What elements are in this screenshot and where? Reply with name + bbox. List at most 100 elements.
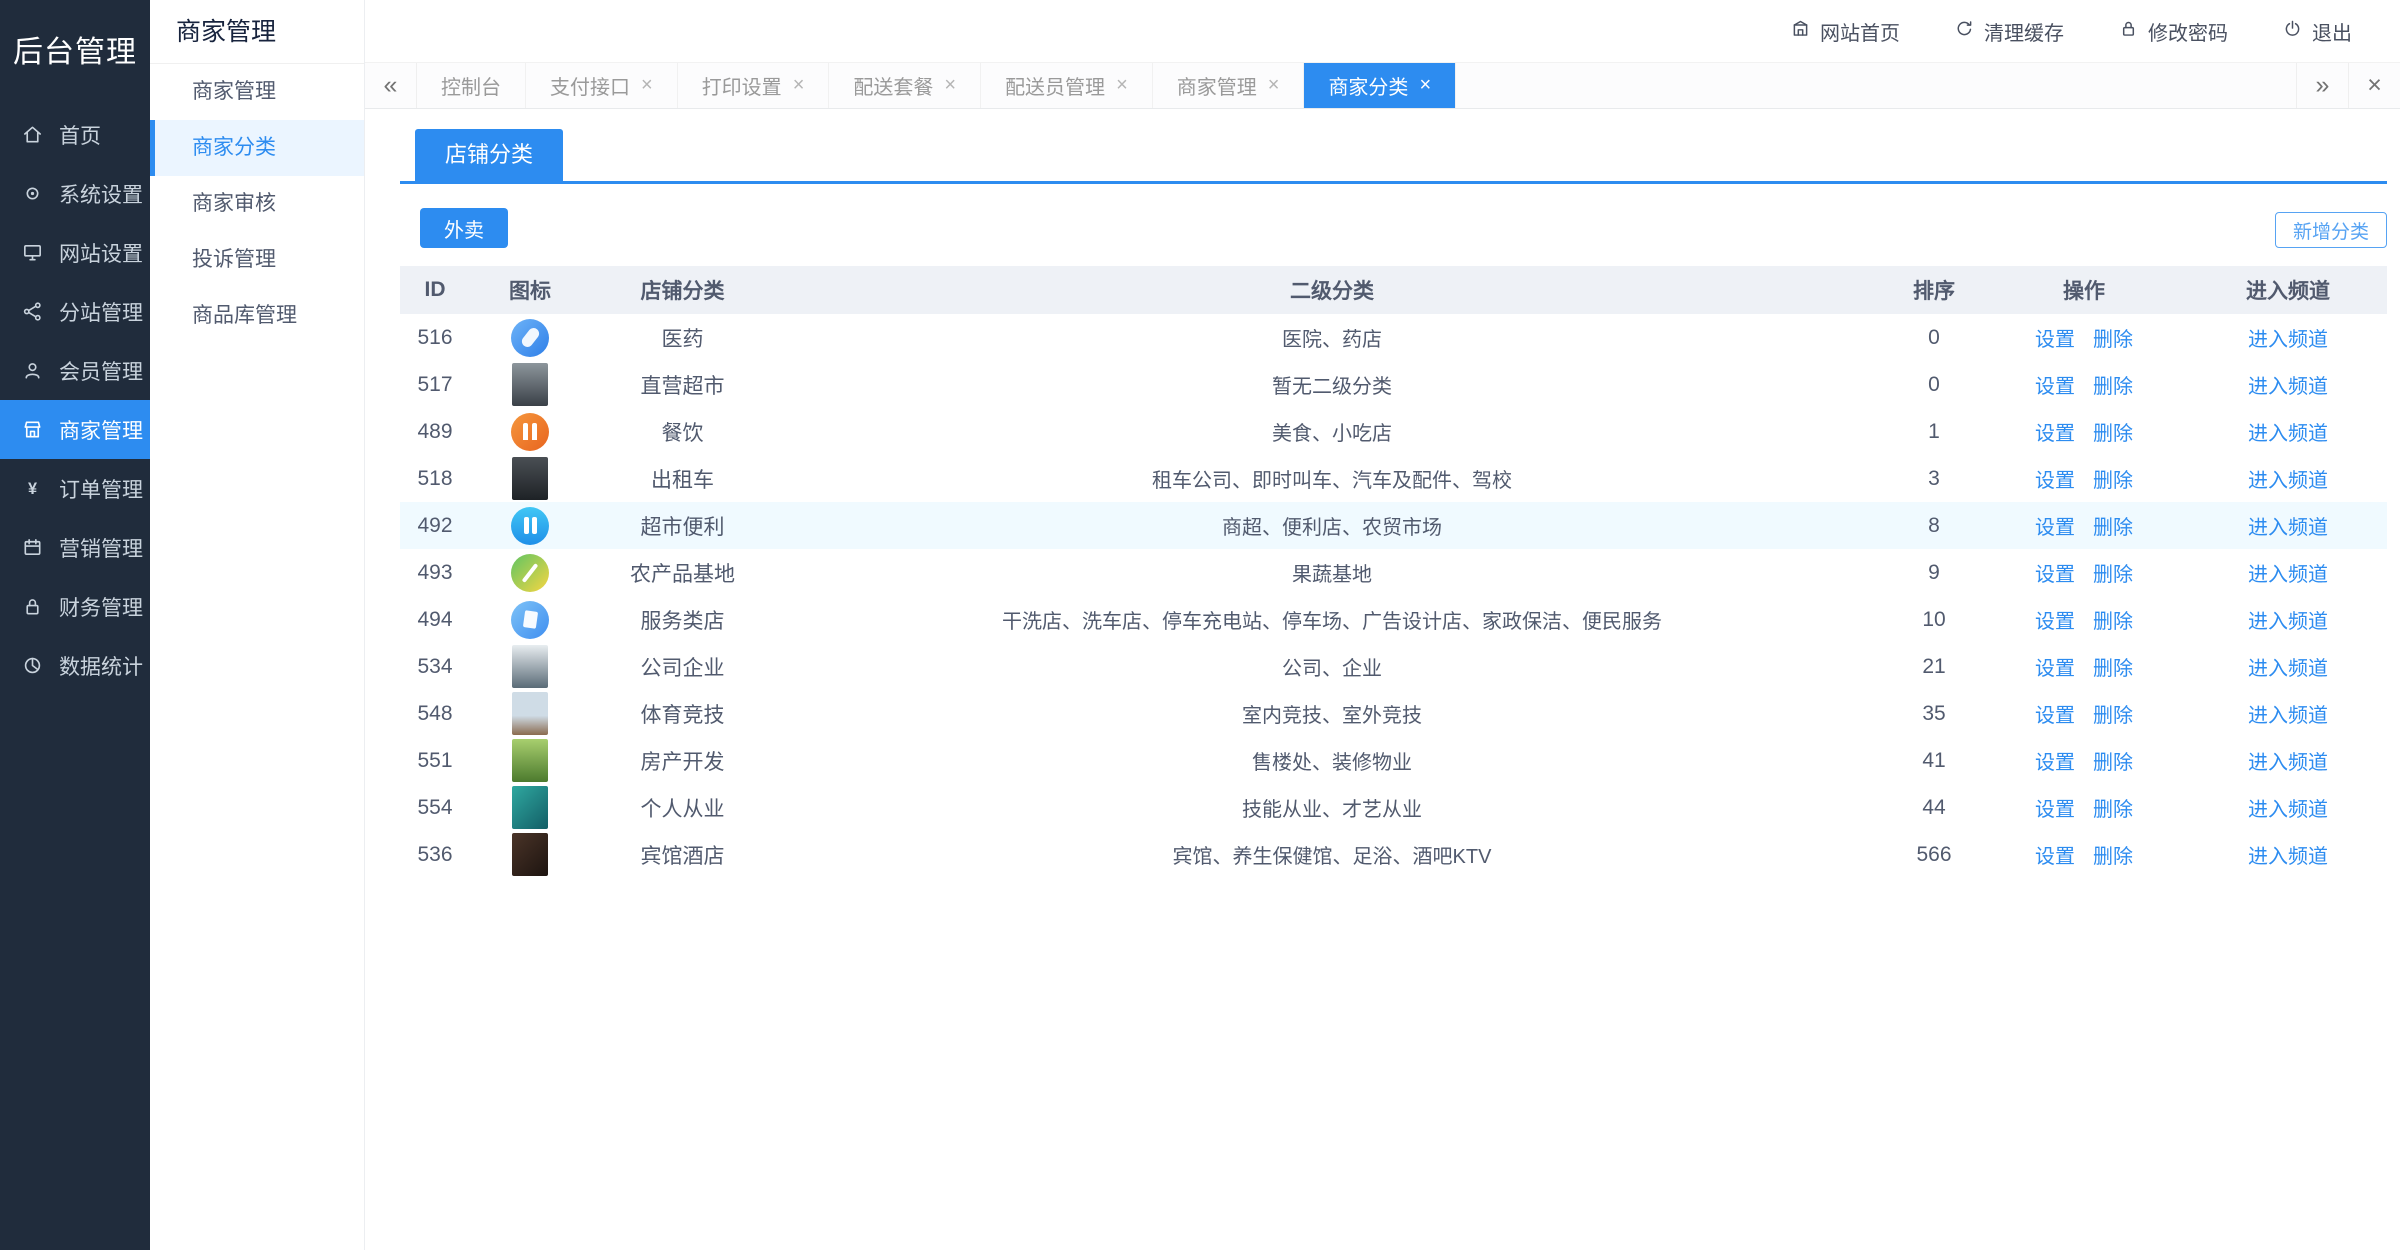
delete-link[interactable]: 删除 [2093, 611, 2133, 633]
submenu-item-complaint-management[interactable]: 投诉管理 [150, 232, 364, 288]
submenu-item-merchant-management[interactable]: 商家管理 [150, 64, 364, 120]
delete-link[interactable]: 删除 [2093, 705, 2133, 727]
tab-payment-api[interactable]: 支付接口× [526, 63, 678, 108]
gear-icon [20, 182, 44, 206]
sidebar-item-system-settings[interactable]: 系统设置 [0, 164, 150, 223]
category-name: 直营超市 [590, 370, 775, 400]
enter-channel-link[interactable]: 进入频道 [2248, 752, 2328, 774]
tab-close-icon[interactable]: × [944, 74, 956, 97]
delete-link[interactable]: 删除 [2093, 752, 2133, 774]
sidebar-item-subsite-management[interactable]: 分站管理 [0, 282, 150, 341]
tab-shop-category[interactable]: 店铺分类 [415, 129, 563, 181]
settings-link[interactable]: 设置 [2035, 564, 2075, 586]
delete-link[interactable]: 删除 [2093, 517, 2133, 539]
sidebar-item-data-statistics[interactable]: 数据统计 [0, 636, 150, 695]
sidebar-item-merchant-management[interactable]: 商家管理 [0, 400, 150, 459]
delete-link[interactable]: 删除 [2093, 846, 2133, 868]
sort-value: 0 [1889, 326, 1979, 350]
category-name: 公司企业 [590, 652, 775, 682]
category-name: 超市便利 [590, 511, 775, 541]
tabs-close-all-icon[interactable]: × [2348, 63, 2400, 108]
enter-channel-link[interactable]: 进入频道 [2248, 329, 2328, 351]
column-header-4: 排序 [1889, 275, 1979, 305]
delete-link[interactable]: 删除 [2093, 658, 2133, 680]
sidebar-item-site-settings[interactable]: 网站设置 [0, 223, 150, 282]
category-icon [512, 692, 548, 735]
tab-print-settings[interactable]: 打印设置 × [678, 63, 830, 108]
tab-label: 打印设置 [702, 71, 782, 100]
table-row: 492超市便利商超、便利店、农贸市场8设置删除进入频道 [400, 502, 2387, 549]
delete-link[interactable]: 删除 [2093, 329, 2133, 351]
enter-channel-link[interactable]: 进入频道 [2248, 517, 2328, 539]
enter-channel-link[interactable]: 进入频道 [2248, 846, 2328, 868]
category-name: 农产品基地 [590, 558, 775, 588]
settings-link[interactable]: 设置 [2035, 517, 2075, 539]
settings-link[interactable]: 设置 [2035, 329, 2075, 351]
lock-icon [2118, 18, 2139, 45]
tabs-scroll-right-icon[interactable]: » [2296, 63, 2348, 108]
enter-channel-cell: 进入频道 [2189, 511, 2387, 540]
category-icon [512, 645, 548, 688]
submenu-item-merchant-category[interactable]: 商家分类 [150, 120, 364, 176]
column-header-0: ID [400, 278, 470, 302]
submenu-item-merchant-review[interactable]: 商家审核 [150, 176, 364, 232]
calendar-icon [20, 536, 44, 560]
topbar-action-clear-cache[interactable]: 清理缓存 [1954, 17, 2064, 46]
tab-console[interactable]: 控制台 [417, 63, 526, 108]
settings-link[interactable]: 设置 [2035, 611, 2075, 633]
delete-link[interactable]: 删除 [2093, 376, 2133, 398]
delete-link[interactable]: 删除 [2093, 799, 2133, 821]
tab-label: 控制台 [441, 71, 501, 100]
enter-channel-cell: 进入频道 [2189, 746, 2387, 775]
settings-link[interactable]: 设置 [2035, 705, 2075, 727]
delete-link[interactable]: 删除 [2093, 470, 2133, 492]
tab-label: 商家分类 [1328, 71, 1408, 100]
enter-channel-link[interactable]: 进入频道 [2248, 799, 2328, 821]
fork-glyph-icon [523, 423, 528, 440]
sort-value: 566 [1889, 843, 1979, 867]
sidebar-item-label: 数据统计 [59, 651, 143, 681]
sidebar-item-home[interactable]: 首页 [0, 105, 150, 164]
settings-link[interactable]: 设置 [2035, 658, 2075, 680]
sidebar-item-marketing-management[interactable]: 营销管理 [0, 518, 150, 577]
topbar-action-logout[interactable]: 退出 [2282, 17, 2352, 46]
tab-delivery-package[interactable]: 配送套餐× [829, 63, 981, 108]
enter-channel-link[interactable]: 进入频道 [2248, 658, 2328, 680]
sidebar-item-order-management[interactable]: ¥订单管理 [0, 459, 150, 518]
tab-close-icon[interactable]: × [1116, 74, 1128, 97]
sidebar-item-member-management[interactable]: 会员管理 [0, 341, 150, 400]
enter-channel-link[interactable]: 进入频道 [2248, 376, 2328, 398]
settings-link[interactable]: 设置 [2035, 752, 2075, 774]
topbar: 网站首页 清理缓存 修改密码 退出 [365, 0, 2400, 62]
delete-link[interactable]: 删除 [2093, 564, 2133, 586]
submenu-item-product-library[interactable]: 商品库管理 [150, 288, 364, 344]
tab-close-icon[interactable]: × [1268, 74, 1280, 97]
settings-link[interactable]: 设置 [2035, 423, 2075, 445]
tab-delivery-staff[interactable]: 配送员管理× [981, 63, 1153, 108]
tab-close-icon[interactable]: × [641, 74, 653, 97]
topbar-action-site-home[interactable]: 网站首页 [1790, 17, 1900, 46]
enter-channel-link[interactable]: 进入频道 [2248, 705, 2328, 727]
delete-link[interactable]: 删除 [2093, 423, 2133, 445]
tab-close-icon[interactable]: × [1419, 74, 1431, 97]
enter-channel-link[interactable]: 进入频道 [2248, 611, 2328, 633]
enter-channel-link[interactable]: 进入频道 [2248, 470, 2328, 492]
enter-channel-link[interactable]: 进入频道 [2248, 564, 2328, 586]
tab-merchant-management[interactable]: 商家管理 × [1153, 63, 1305, 108]
add-category-button[interactable]: 新增分类 [2275, 212, 2387, 248]
row-icon-cell [470, 319, 590, 357]
tab-close-icon[interactable]: × [793, 74, 805, 97]
settings-link[interactable]: 设置 [2035, 846, 2075, 868]
tabs-scroll-left-icon[interactable]: « [365, 63, 417, 108]
sidebar-item-finance-management[interactable]: 财务管理 [0, 577, 150, 636]
takeout-filter-button[interactable]: 外卖 [420, 208, 508, 248]
enter-channel-link[interactable]: 进入频道 [2248, 423, 2328, 445]
settings-link[interactable]: 设置 [2035, 376, 2075, 398]
tab-label: 商家管理 [1177, 71, 1257, 100]
monitor-icon [20, 241, 44, 265]
tab-merchant-category[interactable]: 商家分类 × [1304, 63, 1456, 108]
settings-link[interactable]: 设置 [2035, 470, 2075, 492]
row-icon-cell [470, 645, 590, 688]
topbar-action-change-password[interactable]: 修改密码 [2118, 17, 2228, 46]
settings-link[interactable]: 设置 [2035, 799, 2075, 821]
